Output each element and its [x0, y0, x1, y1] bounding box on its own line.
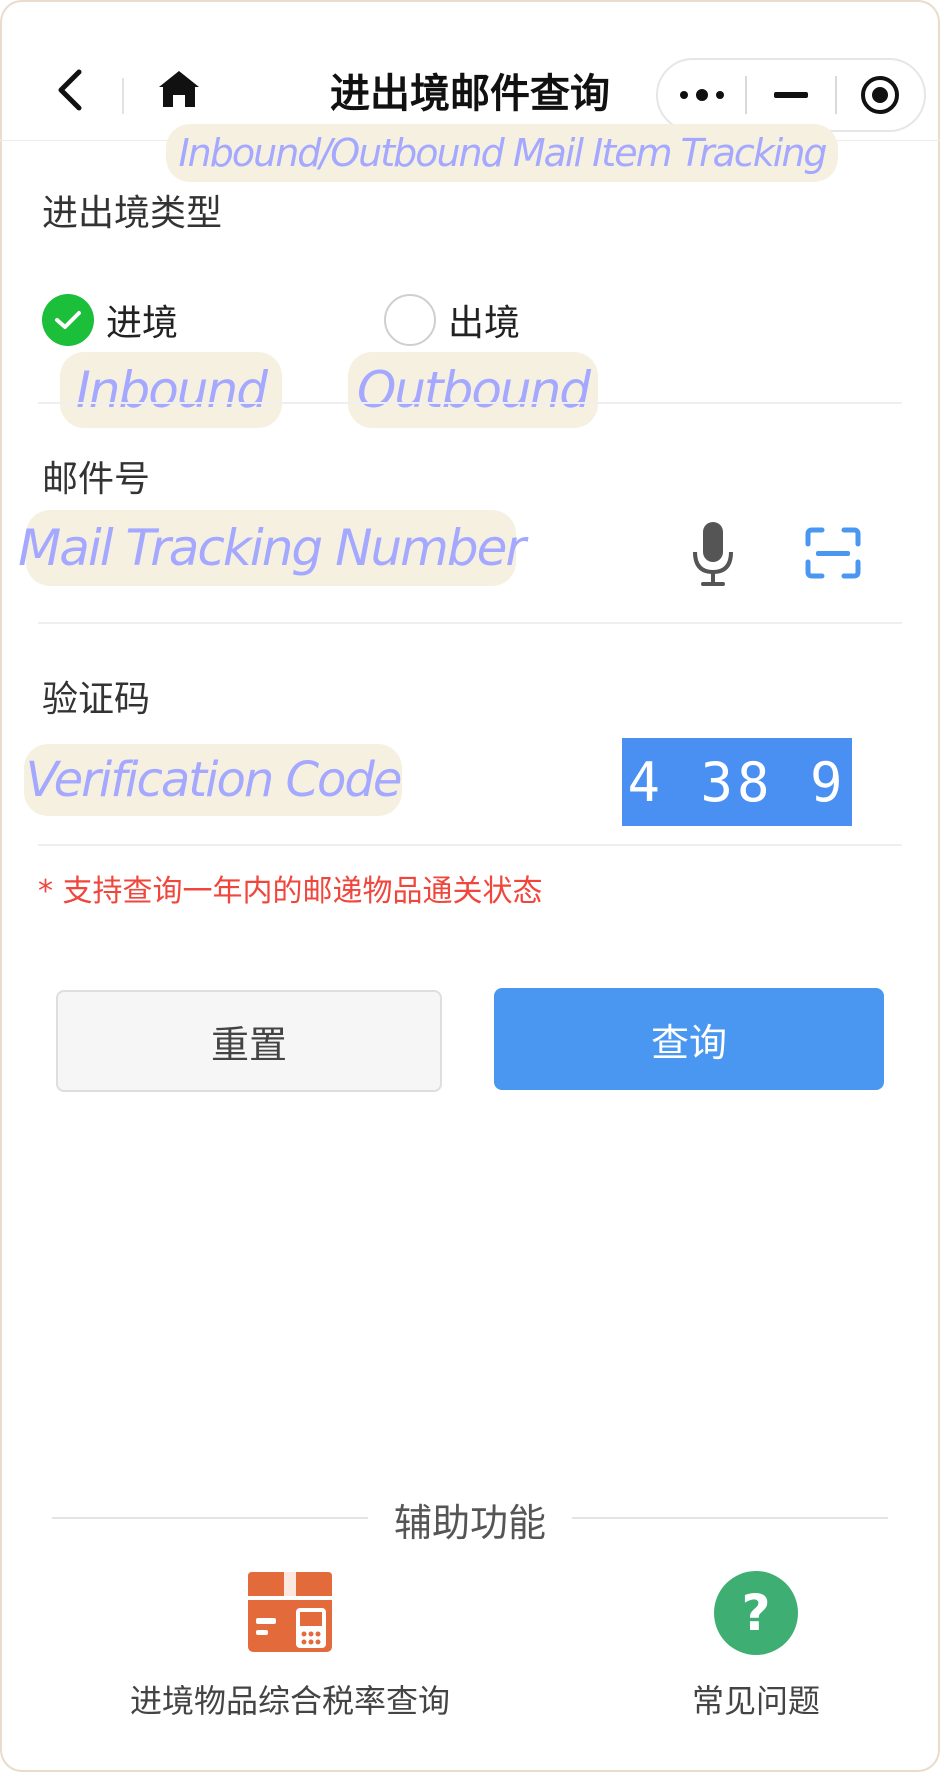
tax-box-icon: [248, 1572, 332, 1652]
aux-divider-left: [52, 1517, 368, 1519]
radio-unchecked-icon: [384, 294, 436, 346]
captcha-label: 验证码: [42, 679, 151, 720]
radio-checked-icon: [42, 294, 94, 346]
query-button[interactable]: 查询: [494, 988, 884, 1090]
aux-divider-right: [572, 1517, 888, 1519]
more-dots-icon: [679, 89, 724, 101]
captcha-annotation: Verification Code: [24, 744, 402, 816]
back-button[interactable]: [46, 62, 94, 118]
radio-inbound[interactable]: 进境: [42, 294, 178, 346]
mail-number-label: 邮件号: [42, 459, 151, 500]
page-title: 进出境邮件查询: [330, 71, 610, 117]
radio-outbound[interactable]: 出境: [384, 294, 520, 346]
microphone-icon: [693, 522, 733, 586]
inbound-annotation: Inbound: [60, 352, 282, 428]
tax-rate-query-label: 进境物品综合税率查询: [129, 1682, 450, 1720]
radio-inbound-label: 进境: [106, 303, 179, 344]
question-icon: ?: [714, 1571, 798, 1655]
captcha-image[interactable]: 4 38 9: [622, 738, 852, 826]
voice-input-button[interactable]: [680, 518, 746, 590]
mini-program-capsule: [656, 58, 926, 132]
divider: [38, 402, 902, 404]
reset-button[interactable]: 重置: [56, 990, 442, 1092]
title-annotation: Inbound/Outbound Mail Item Tracking: [166, 124, 838, 182]
query-tip: * 支持查询一年内的邮递物品通关状态: [38, 874, 543, 909]
type-section-label: 进出境类型: [42, 193, 223, 234]
mail-number-annotation: Mail Tracking Number: [18, 510, 526, 586]
app-frame: 进出境邮件查询 Inbound/Outbound Mail Item Track…: [0, 0, 940, 1772]
home-icon: [159, 71, 199, 107]
divider: [38, 844, 902, 846]
home-button[interactable]: [150, 60, 208, 118]
scan-button[interactable]: [798, 522, 868, 584]
outbound-annotation: Outbound: [348, 352, 598, 428]
faq-entry[interactable]: ? 常见问题: [650, 1570, 862, 1722]
header-separator: [122, 78, 124, 114]
nav-header: 进出境邮件查询: [0, 0, 940, 141]
faq-label: 常见问题: [691, 1682, 820, 1720]
aux-section-title: 辅助功能: [393, 1501, 546, 1545]
divider: [38, 622, 902, 624]
chevron-left-icon: [58, 69, 82, 111]
tax-rate-query-entry[interactable]: 进境物品综合税率查询: [100, 1566, 480, 1722]
close-miniprogram-button[interactable]: [837, 60, 924, 130]
target-close-icon: [861, 76, 900, 114]
scan-icon: [805, 527, 861, 579]
more-button[interactable]: [658, 60, 745, 130]
svg-text:?: ?: [741, 1584, 770, 1642]
radio-outbound-label: 出境: [448, 303, 521, 344]
minimize-icon: [773, 92, 808, 98]
minimize-button[interactable]: [747, 60, 834, 130]
